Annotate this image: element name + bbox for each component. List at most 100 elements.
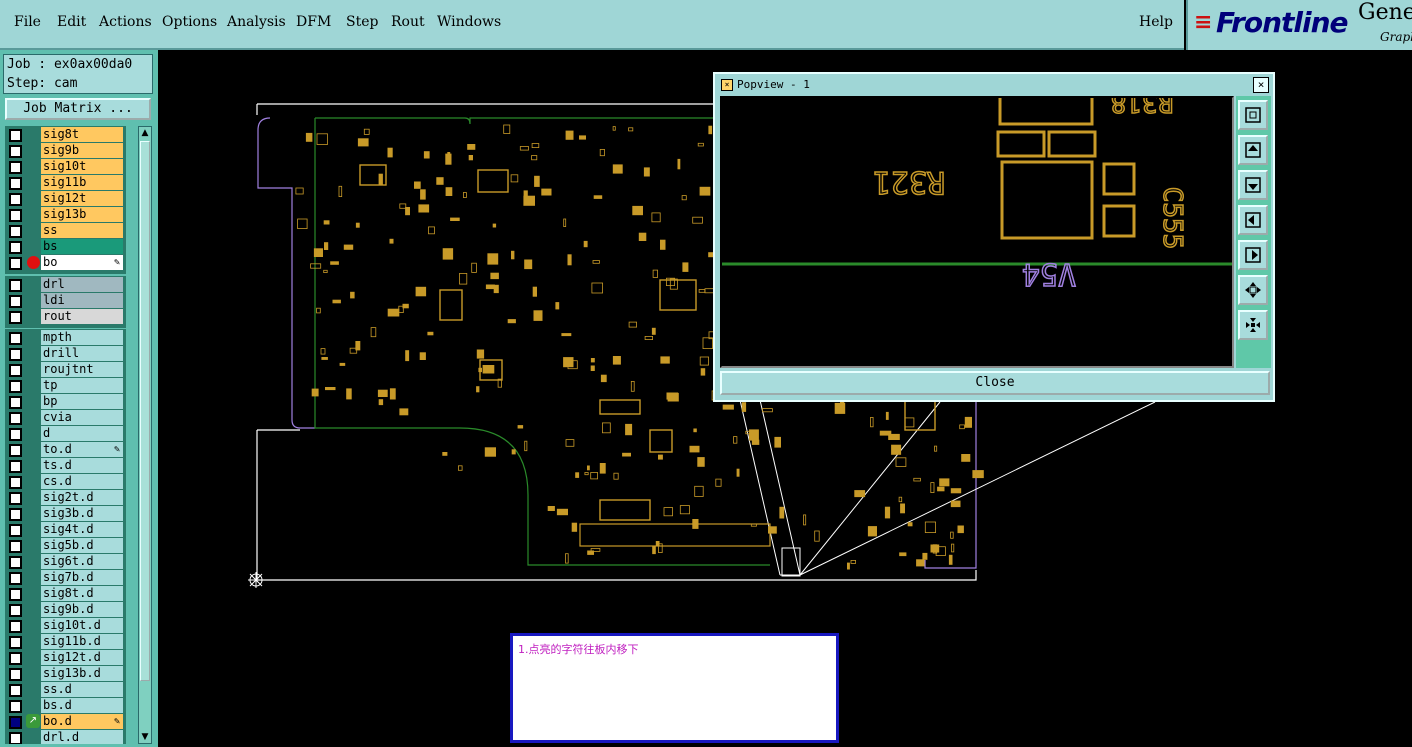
layer-checkbox[interactable] — [9, 209, 22, 222]
layer-row-ss[interactable]: ss — [5, 223, 126, 239]
layer-row-d[interactable]: d — [5, 426, 126, 442]
layer-checkbox[interactable] — [9, 444, 22, 457]
layer-name[interactable]: sig5b.d — [41, 538, 123, 553]
layer-name[interactable]: sig6t.d — [41, 554, 123, 569]
layer-checkbox[interactable] — [9, 193, 22, 206]
layer-checkbox[interactable] — [9, 129, 22, 142]
menu-rout[interactable]: Rout — [391, 14, 425, 30]
layer-name[interactable]: to.d ✎ — [41, 442, 123, 457]
layer-name[interactable]: sig11b.d — [41, 634, 123, 649]
layer-row-drl-d[interactable]: drl.d — [5, 730, 126, 744]
layer-checkbox[interactable] — [9, 225, 22, 238]
layer-checkbox[interactable] — [9, 508, 22, 521]
layer-checkbox[interactable] — [9, 556, 22, 569]
move-up-icon[interactable] — [1238, 135, 1268, 165]
layer-name[interactable]: bo.d ✎ — [41, 714, 123, 729]
layer-checkbox[interactable] — [9, 476, 22, 489]
layer-name[interactable]: sig7b.d — [41, 570, 123, 585]
popview-titlebar[interactable]: × Popview - 1 × — [717, 76, 1271, 94]
layer-row-sig8t[interactable]: sig8t — [5, 127, 126, 143]
layer-checkbox[interactable] — [9, 492, 22, 505]
layer-name[interactable]: mpth — [41, 330, 123, 345]
close-icon[interactable]: × — [1253, 77, 1269, 93]
layer-name[interactable]: d — [41, 426, 123, 441]
layer-name[interactable]: sig12t.d — [41, 650, 123, 665]
layer-checkbox[interactable] — [9, 460, 22, 473]
layer-checkbox[interactable] — [9, 732, 22, 744]
layer-row-ldi[interactable]: ldi — [5, 293, 126, 309]
layer-checkbox[interactable] — [9, 668, 22, 681]
layer-name[interactable]: drill — [41, 346, 123, 361]
move-right-icon[interactable] — [1238, 240, 1268, 270]
layer-checkbox[interactable] — [9, 348, 22, 361]
layer-name[interactable]: sig13b — [41, 207, 123, 222]
layer-row-sig9b[interactable]: sig9b — [5, 143, 126, 159]
layer-row-sig13b-d[interactable]: sig13b.d — [5, 666, 126, 682]
layer-row-to-d[interactable]: to.d ✎ — [5, 442, 126, 458]
layer-checkbox[interactable] — [9, 572, 22, 585]
layer-row-bp[interactable]: bp — [5, 394, 126, 410]
layer-checkbox[interactable] — [9, 604, 22, 617]
layer-scrollbar[interactable]: ▲ ▼ — [138, 126, 152, 744]
layer-checkbox[interactable] — [9, 332, 22, 345]
layer-checkbox[interactable] — [9, 295, 22, 308]
layer-name[interactable]: sig10t — [41, 159, 123, 174]
menu-help[interactable]: Help — [1139, 14, 1173, 30]
layer-name[interactable]: sig13b.d — [41, 666, 123, 681]
layer-row-sig10t-d[interactable]: sig10t.d — [5, 618, 126, 634]
layer-checkbox[interactable] — [9, 620, 22, 633]
layer-name[interactable]: ts.d — [41, 458, 123, 473]
move-down-icon[interactable] — [1238, 170, 1268, 200]
layer-checkbox[interactable] — [9, 428, 22, 441]
layer-name[interactable]: sig9b — [41, 143, 123, 158]
layer-row-ts-d[interactable]: ts.d — [5, 458, 126, 474]
layer-checkbox[interactable] — [9, 636, 22, 649]
layer-name[interactable]: roujtnt — [41, 362, 123, 377]
layer-row-sig6t-d[interactable]: sig6t.d — [5, 554, 126, 570]
menu-analysis[interactable]: Analysis — [227, 14, 286, 30]
layer-row-bo[interactable]: bo ✎ — [5, 255, 126, 271]
job-matrix-button[interactable]: Job Matrix ... — [5, 98, 151, 120]
layer-row-cvia[interactable]: cvia — [5, 410, 126, 426]
layer-checkbox[interactable] — [9, 524, 22, 537]
layer-name[interactable]: rout — [41, 309, 123, 324]
layer-name[interactable]: sig12t — [41, 191, 123, 206]
menu-dfm[interactable]: DFM — [296, 14, 331, 30]
menu-windows[interactable]: Windows — [437, 14, 501, 30]
layer-checkbox[interactable] — [9, 700, 22, 713]
layer-row-tp[interactable]: tp — [5, 378, 126, 394]
menu-options[interactable]: Options — [162, 14, 217, 30]
layer-row-bs-d[interactable]: bs.d — [5, 698, 126, 714]
layer-row-sig3b-d[interactable]: sig3b.d — [5, 506, 126, 522]
layer-checkbox[interactable] — [9, 364, 22, 377]
zoom-out-icon[interactable] — [1238, 310, 1268, 340]
layer-row-sig10t[interactable]: sig10t — [5, 159, 126, 175]
zoom-in-icon[interactable] — [1238, 275, 1268, 305]
layer-checkbox[interactable] — [9, 279, 22, 292]
layer-checkbox[interactable] — [9, 257, 22, 270]
scroll-thumb[interactable] — [140, 141, 150, 681]
layer-checkbox[interactable] — [9, 412, 22, 425]
layer-row-rout[interactable]: rout — [5, 309, 126, 325]
popview-close-button[interactable]: Close — [720, 371, 1270, 395]
window-menu-icon[interactable]: × — [721, 79, 733, 91]
scroll-down-icon[interactable]: ▼ — [139, 731, 151, 743]
layer-name[interactable]: drl — [41, 277, 123, 292]
layer-checkbox[interactable] — [9, 177, 22, 190]
layer-row-sig5b-d[interactable]: sig5b.d — [5, 538, 126, 554]
layer-name[interactable]: ss.d — [41, 682, 123, 697]
layer-row-sig12t-d[interactable]: sig12t.d — [5, 650, 126, 666]
menu-step[interactable]: Step — [346, 14, 378, 30]
layer-row-sig11b[interactable]: sig11b — [5, 175, 126, 191]
layer-name[interactable]: bo ✎ — [41, 255, 123, 270]
layer-name[interactable]: sig9b.d — [41, 602, 123, 617]
layer-name[interactable]: sig8t — [41, 127, 123, 142]
layer-row-sig4t-d[interactable]: sig4t.d — [5, 522, 126, 538]
layer-checkbox[interactable] — [9, 145, 22, 158]
layer-row-drl[interactable]: drl — [5, 277, 126, 293]
layer-name[interactable]: sig8t.d — [41, 586, 123, 601]
layer-row-sig11b-d[interactable]: sig11b.d — [5, 634, 126, 650]
layer-name[interactable]: sig3b.d — [41, 506, 123, 521]
layer-row-bs[interactable]: bs — [5, 239, 126, 255]
layer-name[interactable]: sig4t.d — [41, 522, 123, 537]
